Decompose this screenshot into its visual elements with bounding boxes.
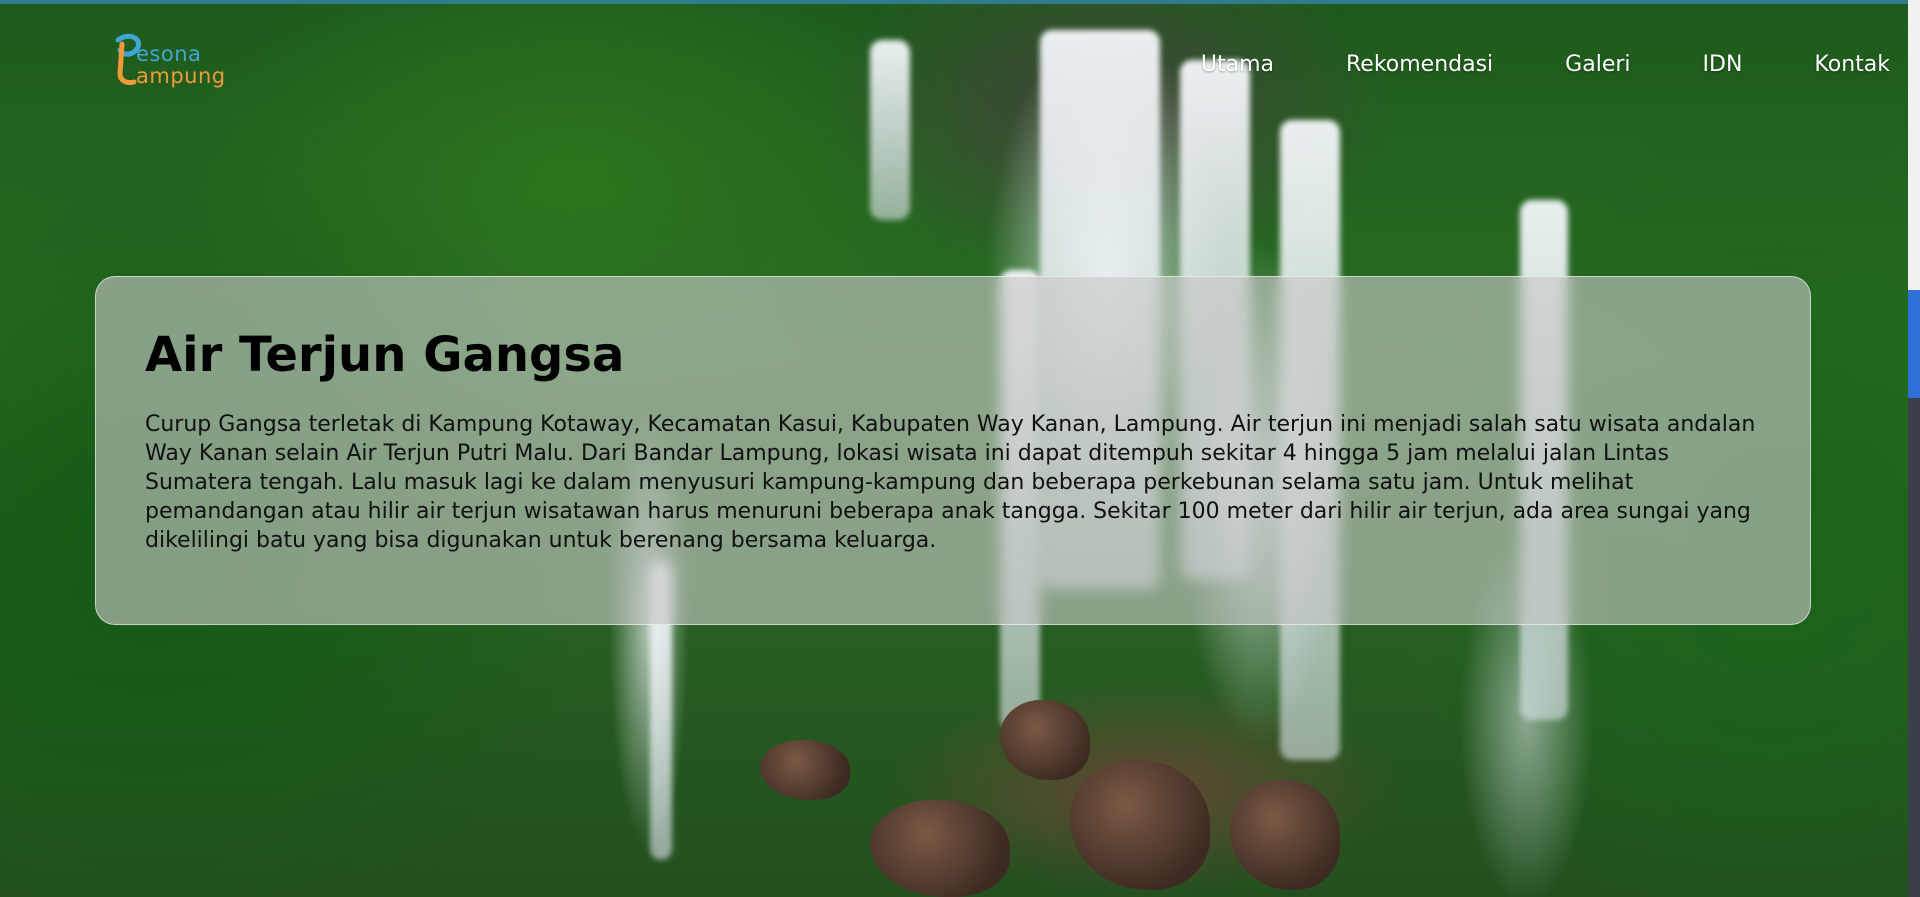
destination-card: Air Terjun Gangsa Curup Gangsa terletak … — [95, 276, 1811, 625]
nav-item-rekomendasi[interactable]: Rekomendasi — [1346, 52, 1493, 77]
site-header: esona ampung Utama Rekomendasi Galeri ID… — [0, 0, 1908, 140]
nav-item-idn[interactable]: IDN — [1703, 52, 1743, 77]
page: esona ampung Utama Rekomendasi Galeri ID… — [0, 0, 1908, 897]
rock — [760, 740, 850, 800]
nav-item-galeri[interactable]: Galeri — [1565, 52, 1630, 77]
scrollbar-accent — [1908, 290, 1920, 398]
rock — [1070, 760, 1210, 890]
rock — [870, 800, 1010, 897]
top-border — [0, 0, 1908, 4]
brand-logo[interactable]: esona ampung — [112, 30, 242, 94]
logo-text-top: esona — [136, 42, 202, 66]
rock — [1000, 700, 1090, 780]
scrollbar-thumb[interactable] — [1908, 398, 1920, 897]
main-nav: Utama Rekomendasi Galeri IDN Kontak — [1129, 52, 1890, 77]
destination-title: Air Terjun Gangsa — [145, 327, 625, 383]
rock — [1230, 780, 1340, 890]
destination-description: Curup Gangsa terletak di Kampung Kotaway… — [145, 411, 1756, 553]
logo-text-bottom: ampung — [136, 64, 226, 88]
nav-item-kontak[interactable]: Kontak — [1814, 52, 1890, 77]
nav-item-utama[interactable]: Utama — [1201, 52, 1274, 77]
